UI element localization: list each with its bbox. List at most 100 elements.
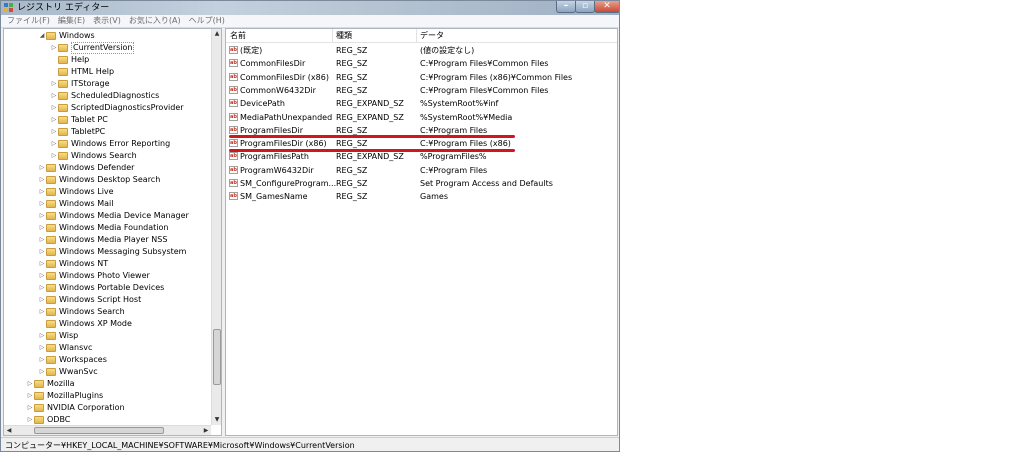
folder-icon xyxy=(46,272,56,280)
expand-arrow-icon[interactable]: ▷ xyxy=(38,342,46,354)
column-divider[interactable] xyxy=(416,29,417,42)
expand-arrow-icon[interactable]: ▷ xyxy=(38,330,46,342)
expand-arrow-icon[interactable]: ▷ xyxy=(38,162,46,174)
value-name: (既定) xyxy=(240,46,263,55)
expand-arrow-icon[interactable]: ▷ xyxy=(50,114,58,126)
tree-item-label: Windows Media Device Manager xyxy=(59,211,189,220)
collapse-arrow-icon[interactable]: ◢ xyxy=(38,30,46,42)
folder-icon xyxy=(46,164,56,172)
expand-arrow-icon[interactable]: ▷ xyxy=(38,222,46,234)
expand-arrow-icon[interactable]: ▷ xyxy=(38,270,46,282)
registry-editor-app-icon xyxy=(4,3,13,12)
value-row[interactable]: ab (既定) REG_SZ (値の設定なし) xyxy=(226,44,617,57)
expand-arrow-icon[interactable]: ▷ xyxy=(38,186,46,198)
expand-arrow-icon[interactable]: ▷ xyxy=(50,78,58,90)
value-name: DevicePath xyxy=(240,99,285,109)
title-bar[interactable]: レジストリ エディター – ▫ ✕ xyxy=(1,1,619,15)
column-header-data[interactable]: データ xyxy=(420,30,444,41)
value-type: REG_SZ xyxy=(336,72,368,82)
folder-icon xyxy=(58,116,68,124)
column-header-type[interactable]: 種類 xyxy=(336,30,352,41)
folder-icon xyxy=(58,152,68,160)
folder-icon xyxy=(46,176,56,184)
scroll-left-arrow-icon[interactable]: ◀ xyxy=(4,426,14,435)
folder-icon xyxy=(46,356,56,364)
value-row[interactable]: ab ProgramFilesPath REG_EXPAND_SZ %ProgramF… xyxy=(226,150,617,163)
value-data: %ProgramFiles% xyxy=(420,152,487,162)
tree-item-label: Windows Defender xyxy=(59,163,135,172)
expand-arrow-icon[interactable]: ▷ xyxy=(26,378,34,390)
menu-favorites[interactable]: お気に入り(A) xyxy=(129,15,181,27)
key-tree-pane[interactable]: ◢ Windows ▷ CurrentVersion Help HTML Help ▷ ITS… xyxy=(3,28,222,436)
folder-icon xyxy=(58,104,68,112)
value-row[interactable]: ab SM_ConfigureProgram... REG_SZ Set Progra… xyxy=(226,177,617,190)
menu-file[interactable]: ファイル(F) xyxy=(7,15,50,27)
folder-icon xyxy=(46,236,56,244)
minimize-icon: – xyxy=(563,1,569,11)
expand-arrow-icon[interactable]: ▷ xyxy=(26,402,34,414)
menu-bar: ファイル(F) 編集(E) 表示(V) お気に入り(A) ヘルプ(H) xyxy=(1,15,619,28)
expand-arrow-icon[interactable]: ▷ xyxy=(38,306,46,318)
expand-arrow-icon[interactable]: ▷ xyxy=(50,90,58,102)
value-row[interactable]: ab CommonW6432Dir REG_SZ C:¥Program Files¥C… xyxy=(226,84,617,97)
tree-horizontal-scrollbar[interactable]: ◀ ▶ xyxy=(4,425,211,435)
expand-arrow-icon[interactable]: ▷ xyxy=(26,390,34,402)
folder-icon xyxy=(34,380,44,388)
tree-item-label: Windows Photo Viewer xyxy=(59,271,150,280)
column-divider[interactable] xyxy=(332,29,333,42)
string-value-icon: ab xyxy=(229,99,238,108)
expand-arrow-icon[interactable]: ▷ xyxy=(38,210,46,222)
value-list-pane[interactable]: 名前 種類 データ ab (既定) REG_SZ (値の設定なし) ab CommonFi… xyxy=(225,28,618,436)
expand-arrow-icon[interactable]: ▷ xyxy=(50,150,58,162)
tree-item-label: Windows Messaging Subsystem xyxy=(59,247,187,256)
scroll-down-arrow-icon[interactable]: ▼ xyxy=(212,415,221,425)
value-type: REG_SZ xyxy=(336,59,368,69)
tree-item-label: Windows XP Mode xyxy=(59,319,132,328)
maximize-button[interactable]: ▫ xyxy=(575,1,595,13)
scroll-up-arrow-icon[interactable]: ▲ xyxy=(212,29,221,39)
menu-view[interactable]: 表示(V) xyxy=(93,15,121,27)
value-row[interactable]: ab SM_GamesName REG_SZ Games xyxy=(226,190,617,203)
expand-arrow-icon[interactable]: ▷ xyxy=(38,246,46,258)
value-data: Set Program Access and Defaults xyxy=(420,179,553,188)
scroll-right-arrow-icon[interactable]: ▶ xyxy=(201,426,211,435)
expand-arrow-icon[interactable]: ▷ xyxy=(38,354,46,366)
tree-vertical-scrollbar[interactable]: ▲ ▼ xyxy=(211,29,221,425)
value-data: Games xyxy=(420,192,448,202)
expand-arrow-icon[interactable]: ▷ xyxy=(50,42,58,54)
tree-item-label: Windows Search xyxy=(71,151,137,160)
close-button[interactable]: ✕ xyxy=(594,1,619,13)
expand-arrow-icon[interactable]: ▷ xyxy=(50,102,58,114)
column-header-name[interactable]: 名前 xyxy=(230,30,246,41)
value-row[interactable]: ab CommonFilesDir REG_SZ C:¥Program Files¥C… xyxy=(226,57,617,70)
tree-item-label: Windows Search xyxy=(59,307,125,316)
expand-arrow-icon[interactable]: ▷ xyxy=(38,198,46,210)
value-type: REG_SZ xyxy=(336,179,368,188)
expand-arrow-icon[interactable]: ▷ xyxy=(38,282,46,294)
string-value-icon: ab xyxy=(229,192,238,201)
tree-vertical-scroll-thumb[interactable] xyxy=(213,329,221,385)
expand-arrow-icon[interactable]: ▷ xyxy=(38,366,46,378)
expand-arrow-icon[interactable]: ▷ xyxy=(38,294,46,306)
expand-arrow-icon[interactable]: ▷ xyxy=(38,234,46,246)
value-type: REG_SZ xyxy=(336,165,368,175)
expand-arrow-icon[interactable]: ▷ xyxy=(50,138,58,150)
value-row[interactable]: ab MediaPathUnexpanded REG_EXPAND_SZ %Syste… xyxy=(226,111,617,124)
tree-horizontal-scroll-thumb[interactable] xyxy=(34,427,164,434)
string-value-icon: ab xyxy=(229,46,238,54)
folder-icon xyxy=(46,332,56,340)
value-data: %SystemRoot%¥inf xyxy=(420,99,499,109)
menu-help[interactable]: ヘルプ(H) xyxy=(189,15,225,27)
minimize-button[interactable]: – xyxy=(556,1,576,13)
menu-edit[interactable]: 編集(E) xyxy=(58,15,85,27)
expand-arrow-icon[interactable]: ▷ xyxy=(50,126,58,138)
tree-item-label: MozillaPlugins xyxy=(47,391,104,400)
value-row[interactable]: ab DevicePath REG_EXPAND_SZ %SystemRoot%¥in… xyxy=(226,97,617,110)
close-icon: ✕ xyxy=(603,1,611,11)
expand-arrow-icon[interactable]: ▷ xyxy=(38,258,46,270)
value-row[interactable]: ab CommonFilesDir (x86) REG_SZ C:¥Program F… xyxy=(226,71,617,84)
folder-icon xyxy=(46,368,56,376)
value-data: (値の設定なし) xyxy=(420,46,475,55)
expand-arrow-icon[interactable]: ▷ xyxy=(38,174,46,186)
value-row[interactable]: ab ProgramW6432Dir REG_SZ C:¥Program Files xyxy=(226,164,617,177)
